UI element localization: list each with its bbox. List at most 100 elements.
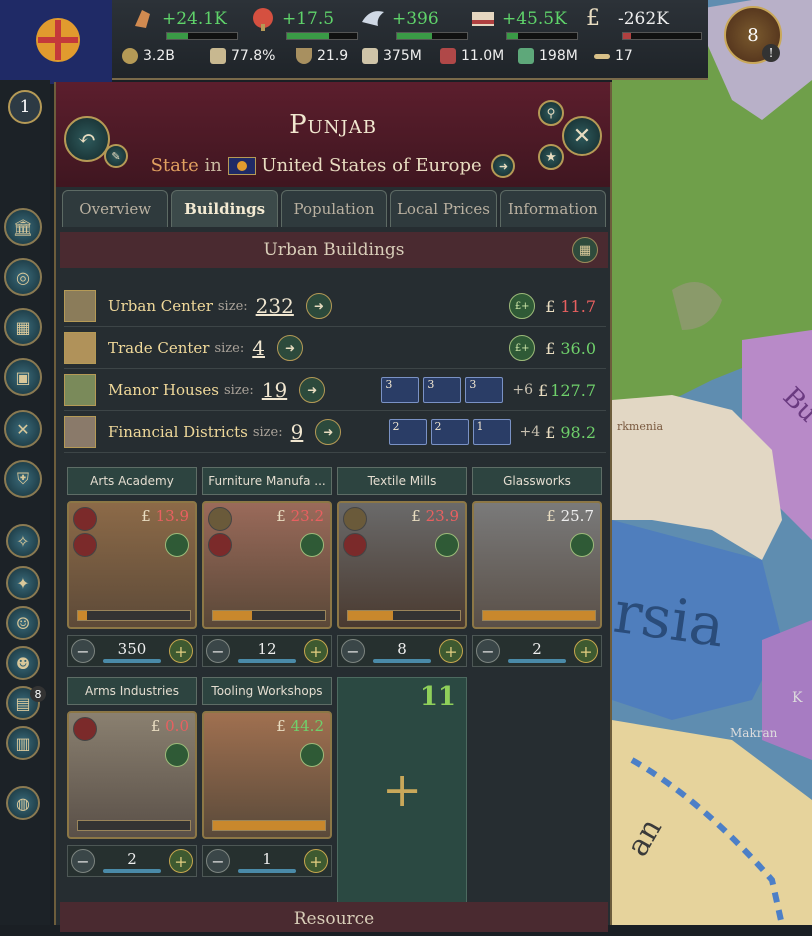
employment-button[interactable]: £+ [509,335,536,361]
rename-button[interactable]: ✎ [104,144,128,168]
markets-button[interactable]: ▣ [4,358,42,396]
favorite-button[interactable]: ★ [538,144,564,170]
expand-arrow-button[interactable]: ➜ [305,293,332,319]
notification-button[interactable]: 8 ! [724,6,782,64]
treasury-resource[interactable]: £ -262K [586,6,702,40]
urban-building-row[interactable]: Financial Districts size: 9 ➜ 2 2 1 +4 £… [64,412,606,453]
production-method-badge[interactable]: 3 [381,377,420,403]
globe-button[interactable]: ◍ [6,786,40,820]
stat-loyalists[interactable]: 198M [518,48,578,64]
go-to-country-button[interactable]: ➜ [491,154,516,178]
employment-button[interactable] [165,533,189,557]
stat-sol[interactable]: 21.9 [296,48,348,64]
tech-button[interactable]: ✦ [6,566,40,600]
tab-information[interactable]: Information [499,190,607,227]
add-building-button[interactable]: 11 + [337,677,467,925]
building-card-image[interactable]: £ 23.9 [337,501,467,629]
building-card-furniture[interactable]: Furniture Manufa ... £ 23.2 − 12 + [202,467,332,672]
people-icon [362,48,378,64]
building-size[interactable]: 9 [291,420,304,444]
increase-button[interactable]: + [304,849,328,873]
building-card-image[interactable]: £ 44.2 [202,711,332,839]
rank-badge[interactable]: 1 [8,90,42,124]
building-size[interactable]: 4 [252,336,265,360]
expand-arrow-button[interactable]: ➜ [315,419,342,445]
building-card-arms-industries[interactable]: Arms Industries £ 0.0 − 2 + [67,677,197,882]
country-flag-icon [227,157,256,175]
employment-button[interactable] [300,533,324,557]
building-columns-icon: 🏛 [12,217,34,237]
employment-button[interactable]: £+ [509,293,536,319]
building-card-arts-academy[interactable]: Arts Academy £ 13.9 − 350 + [67,467,197,672]
building-card-image[interactable]: £ 0.0 [67,711,197,839]
tab-buildings[interactable]: Buildings [171,190,278,227]
decrease-button[interactable]: − [71,849,95,873]
building-card-image[interactable]: £ 25.7 [472,501,602,629]
diplomacy-resource[interactable]: +396 [360,6,468,40]
industry-button[interactable]: ▦ [4,308,42,346]
currency-symbol: £ [538,380,549,400]
urban-building-row[interactable]: Trade Center size: 4 ➜ £+ £36.0 [64,328,606,369]
briefcase-button[interactable]: ▥ [6,726,40,760]
pin-button[interactable]: ⚲ [538,100,564,126]
budget-button[interactable]: ◎ [4,258,42,296]
stat-literacy[interactable]: 77.8% [210,48,275,64]
building-card-image[interactable]: £ 23.2 [202,501,332,629]
tab-population[interactable]: Population [280,190,388,227]
production-method-badge[interactable]: 2 [388,419,427,445]
stat-population[interactable]: 375M [362,48,422,64]
increase-button[interactable]: + [439,639,463,663]
employment-button[interactable] [165,743,189,767]
tab-local-prices[interactable]: Local Prices [390,190,497,227]
employment-button[interactable] [300,743,324,767]
production-method-badge[interactable]: 1 [472,419,511,445]
urban-building-row[interactable]: Manor Houses size: 19 ➜ 3 3 3 +6 £127.7 [64,370,606,411]
production-method-badge[interactable]: 3 [423,377,462,403]
employment-button[interactable] [570,533,594,557]
world-map[interactable]: rsia Bu rkmenia Makran K an [612,0,812,925]
urban-buildings-title: Urban Buildings [263,240,405,260]
military-button[interactable]: ✕ [4,410,42,448]
building-card-textile-mills[interactable]: Textile Mills £ 23.9 − 8 + [337,467,467,672]
building-card-image[interactable]: £ 13.9 [67,501,197,629]
close-button[interactable]: ✕ [562,116,602,156]
pin-icon: ⚲ [546,106,556,120]
decrease-button[interactable]: − [206,849,230,873]
culture-button[interactable]: ☺ [6,606,40,640]
stat-gdp[interactable]: 3.2B [122,48,175,64]
building-card-tooling-workshops[interactable]: Tooling Workshops £ 44.2 − 1 + [202,677,332,882]
politics-button[interactable]: ☻ [6,646,40,680]
country-flag[interactable] [0,0,112,84]
stat-radicals[interactable]: 11.0M [440,48,504,64]
production-method-badge[interactable]: 3 [465,377,504,403]
decrease-button[interactable]: − [206,639,230,663]
building-size[interactable]: 232 [256,294,294,318]
influence-resource[interactable]: +17.5 [250,6,358,40]
resource-section-title: Resource [293,909,375,929]
employment-button[interactable] [435,533,459,557]
grid-view-button[interactable]: ▦ [572,237,598,263]
production-method-badge[interactable]: 2 [430,419,469,445]
prestige-resource[interactable]: +24.1K [130,6,238,40]
urban-building-row[interactable]: Urban Center size: 232 ➜ £+ £11.7 [64,286,606,327]
tab-overview[interactable]: Overview [62,190,169,227]
bureaucracy-resource[interactable]: +45.5K [470,6,578,40]
building-card-price: 23.9 [425,507,459,525]
increase-button[interactable]: + [169,639,193,663]
building-size[interactable]: 19 [262,378,287,402]
building-card-glassworks[interactable]: Glassworks £ 25.7 − 2 + [472,467,602,672]
increase-button[interactable]: + [304,639,328,663]
peace-button[interactable]: ✧ [6,524,40,558]
country-link[interactable]: United States of Europe [261,155,481,176]
diplomacy-button[interactable]: ⛨ [4,460,42,498]
expand-arrow-button[interactable]: ➜ [276,335,303,361]
expand-arrow-button[interactable]: ➜ [299,377,326,403]
increase-button[interactable]: + [169,849,193,873]
decrease-button[interactable]: − [341,639,365,663]
stat-ships[interactable]: 17 [594,48,633,64]
government-button[interactable]: 🏛 [4,208,42,246]
decrease-button[interactable]: − [476,639,500,663]
owner-icon [73,507,97,531]
decrease-button[interactable]: − [71,639,95,663]
increase-button[interactable]: + [574,639,598,663]
